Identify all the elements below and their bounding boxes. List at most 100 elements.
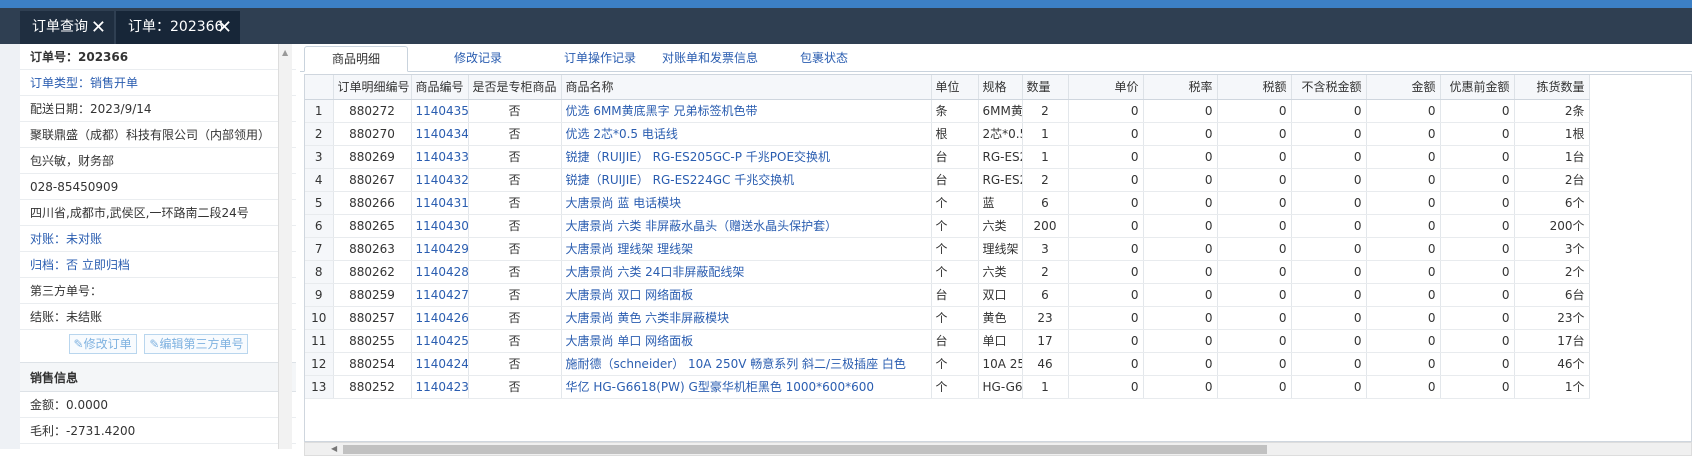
col-header-amount[interactable]: 金额 — [1366, 75, 1441, 100]
left-panel-scrollbar[interactable]: ▲ — [278, 44, 292, 449]
cell-product-no[interactable]: 1140427 — [411, 283, 469, 307]
order-type-link[interactable]: 订单类型：销售开单 — [20, 70, 297, 96]
cell-pre-discount: 0 — [1440, 191, 1515, 215]
col-header-counter-item[interactable]: 是否是专柜商品 — [468, 75, 562, 100]
cell-detail-no: 880265 — [333, 214, 412, 238]
cell-product-name[interactable]: 大唐景尚 黄色 六类非屏蔽模块 — [561, 306, 932, 330]
cell-product-name[interactable]: 优选 6MM黄底黑字 兄弟标签机色带 — [561, 99, 932, 123]
archive-status-link[interactable]: 归档：否 立即归档 — [20, 252, 297, 278]
tab-product-details[interactable]: 商品明细 — [304, 46, 408, 72]
cell-picked-qty: 46个 — [1514, 352, 1590, 376]
cell-product-no[interactable]: 1140432 — [411, 168, 469, 192]
cell-net-amount: 0 — [1291, 329, 1367, 353]
cell-detail-no: 880262 — [333, 260, 412, 284]
cell-product-no[interactable]: 1140426 — [411, 306, 469, 330]
cell-product-no[interactable]: 1140430 — [411, 214, 469, 238]
horizontal-scrollbar[interactable]: ◀ — [304, 442, 1692, 456]
col-header-detail-no[interactable]: 订单明细编号 — [333, 75, 412, 100]
table-row[interactable]: 11 880255 1140425 否大唐景尚 单口 网络面板台单口 17 0 0 0 0 0 0 1… — [305, 329, 1590, 353]
table-row[interactable]: 9 880259 1140427 否大唐景尚 双口 网络面板台双口 6 0 0 0 0 0 0 6台 — [305, 283, 1590, 307]
col-header-unit-price[interactable]: 单价 — [1068, 75, 1144, 100]
table-row[interactable]: 3 880269 1140433 否锐捷（RUIJIE） RG-ES205GC-P 千… — [305, 145, 1590, 169]
cell-product-name[interactable]: 大唐景尚 蓝 电话模块 — [561, 191, 932, 215]
customer-address: 四川省,成都市,武侯区,一环路南二段24号 — [20, 200, 297, 226]
cell-amount: 0 — [1366, 329, 1441, 353]
cell-product-name[interactable]: 大唐景尚 六类 非屏蔽水晶头（赠送水晶头保护套） — [561, 214, 932, 238]
col-header-product-name[interactable]: 商品名称 — [561, 75, 932, 100]
table-row[interactable]: 5 880266 1140431 否大唐景尚 蓝 电话模块个蓝 6 0 0 0 0 0 0 6个 — [305, 191, 1590, 215]
table-row[interactable]: 10 880257 1140426 否大唐景尚 黄色 六类非屏蔽模块个黄色 23 0 0 0 0… — [305, 306, 1590, 330]
cell-product-no[interactable]: 1140428 — [411, 260, 469, 284]
cell-product-name[interactable]: 大唐景尚 单口 网络面板 — [561, 329, 932, 353]
cell-product-name[interactable]: 施耐德（schneider） 10A 250V 畅意系列 斜二/三极插座 白色 — [561, 352, 932, 376]
cell-tax-amount: 0 — [1217, 283, 1292, 307]
cell-picked-qty: 1个 — [1514, 375, 1590, 399]
tab-package-status[interactable]: 包裹状态 — [764, 46, 884, 72]
cell-product-name[interactable]: 大唐景尚 理线架 理线架 — [561, 237, 932, 261]
cell-amount: 0 — [1366, 145, 1441, 169]
cell-product-no[interactable]: 1140433 — [411, 145, 469, 169]
cell-spec: 6MM黄底 — [978, 99, 1023, 123]
cell-counter-item: 否 — [468, 375, 562, 399]
close-icon[interactable]: ✕ — [91, 11, 106, 44]
cell-tax-rate: 0 — [1143, 191, 1218, 215]
table-row[interactable]: 13 880252 1140423 否华亿 HG-G6618(PW) G型豪华机柜黑色… — [305, 375, 1590, 399]
cell-product-name[interactable]: 优选 2芯*0.5 电话线 — [561, 122, 932, 146]
scroll-up-icon[interactable]: ▲ — [282, 48, 288, 57]
cell-spec: 蓝 — [978, 191, 1023, 215]
cell-product-no[interactable]: 1140424 — [411, 352, 469, 376]
window-tab-order-detail[interactable]: 订单：202366 ✕ — [116, 11, 240, 44]
table-row[interactable]: 12 880254 1140424 否施耐德（schneider） 10A 250V … — [305, 352, 1590, 376]
cell-product-no[interactable]: 1140431 — [411, 191, 469, 215]
edit-third-party-button[interactable]: ✎编辑第三方单号 — [144, 334, 249, 354]
col-header-spec[interactable]: 规格 — [978, 75, 1023, 100]
col-header-quantity[interactable]: 数量 — [1022, 75, 1069, 100]
col-header-picked-qty[interactable]: 拣货数量 — [1514, 75, 1590, 100]
cell-tax-rate: 0 — [1143, 214, 1218, 238]
cell-detail-no: 880272 — [333, 99, 412, 123]
cell-unit-price: 0 — [1068, 191, 1144, 215]
customer-phone: 028-85450909 — [20, 174, 297, 200]
col-header-net-amount[interactable]: 不含税金额 — [1291, 75, 1367, 100]
table-row[interactable]: 8 880262 1140428 否大唐景尚 六类 24口非屏蔽配线架个六类 2 0 0 0 0… — [305, 260, 1590, 284]
cell-product-no[interactable]: 1140435 — [411, 99, 469, 123]
table-row[interactable]: 4 880267 1140432 否锐捷（RUIJIE） RG-ES224GC 千兆交… — [305, 168, 1590, 192]
window-tab-order-query[interactable]: 订单查询 ✕ — [20, 11, 114, 44]
close-icon[interactable]: ✕ — [217, 11, 232, 44]
table-row[interactable]: 18802721140435否优选 6MM黄底黑字 兄弟标签机色带条6MM黄底2… — [305, 99, 1590, 123]
tab-statement-invoice[interactable]: 对账单和发票信息 — [650, 46, 770, 72]
cell-quantity: 200 — [1022, 214, 1069, 238]
scrollbar-thumb[interactable] — [343, 445, 1267, 454]
reconcile-status-link[interactable]: 对账：未对账 — [20, 226, 297, 252]
cell-product-name[interactable]: 华亿 HG-G6618(PW) G型豪华机柜黑色 1000*600*600 — [561, 375, 932, 399]
col-header-tax-rate[interactable]: 税率 — [1143, 75, 1218, 100]
cell-quantity: 1 — [1022, 122, 1069, 146]
edit-order-button[interactable]: ✎修改订单 — [68, 334, 137, 354]
cell-product-no[interactable]: 1140423 — [411, 375, 469, 399]
cell-product-name[interactable]: 锐捷（RUIJIE） RG-ES205GC-P 千兆POE交换机 — [561, 145, 932, 169]
cell-tax-rate: 0 — [1143, 145, 1218, 169]
cell-product-no[interactable]: 1140434 — [411, 122, 469, 146]
cell-product-no[interactable]: 1140429 — [411, 237, 469, 261]
cell-amount: 0 — [1366, 122, 1441, 146]
cell-tax-amount: 0 — [1217, 329, 1292, 353]
table-row[interactable]: 7 880263 1140429 否大唐景尚 理线架 理线架个理线架 3 0 0 0 0 0 0 3个 — [305, 237, 1590, 261]
cell-unit: 个 — [931, 191, 979, 215]
cell-product-no[interactable]: 1140425 — [411, 329, 469, 353]
col-header-tax-amount[interactable]: 税额 — [1217, 75, 1292, 100]
cell-net-amount: 0 — [1291, 145, 1367, 169]
cell-amount: 0 — [1366, 168, 1441, 192]
col-header-product-no[interactable]: 商品编号 — [411, 75, 469, 100]
cell-product-name[interactable]: 大唐景尚 六类 24口非屏蔽配线架 — [561, 260, 932, 284]
cell-unit: 个 — [931, 306, 979, 330]
cell-tax-rate: 0 — [1143, 237, 1218, 261]
table-row[interactable]: 28802701140434否优选 2芯*0.5 电话线根2芯*0.510000… — [305, 122, 1590, 146]
tab-change-log[interactable]: 修改记录 — [418, 46, 538, 72]
table-row[interactable]: 6 880265 1140430 否大唐景尚 六类 非屏蔽水晶头（赠送水晶头保护套）个… — [305, 214, 1590, 238]
cell-product-name[interactable]: 锐捷（RUIJIE） RG-ES224GC 千兆交换机 — [561, 168, 932, 192]
cell-product-name[interactable]: 大唐景尚 双口 网络面板 — [561, 283, 932, 307]
col-header-pre-discount[interactable]: 优惠前金额 — [1440, 75, 1515, 100]
tab-operation-log[interactable]: 订单操作记录 — [540, 46, 660, 72]
col-header-unit[interactable]: 单位 — [931, 75, 979, 100]
cell-counter-item: 否 — [468, 191, 562, 215]
